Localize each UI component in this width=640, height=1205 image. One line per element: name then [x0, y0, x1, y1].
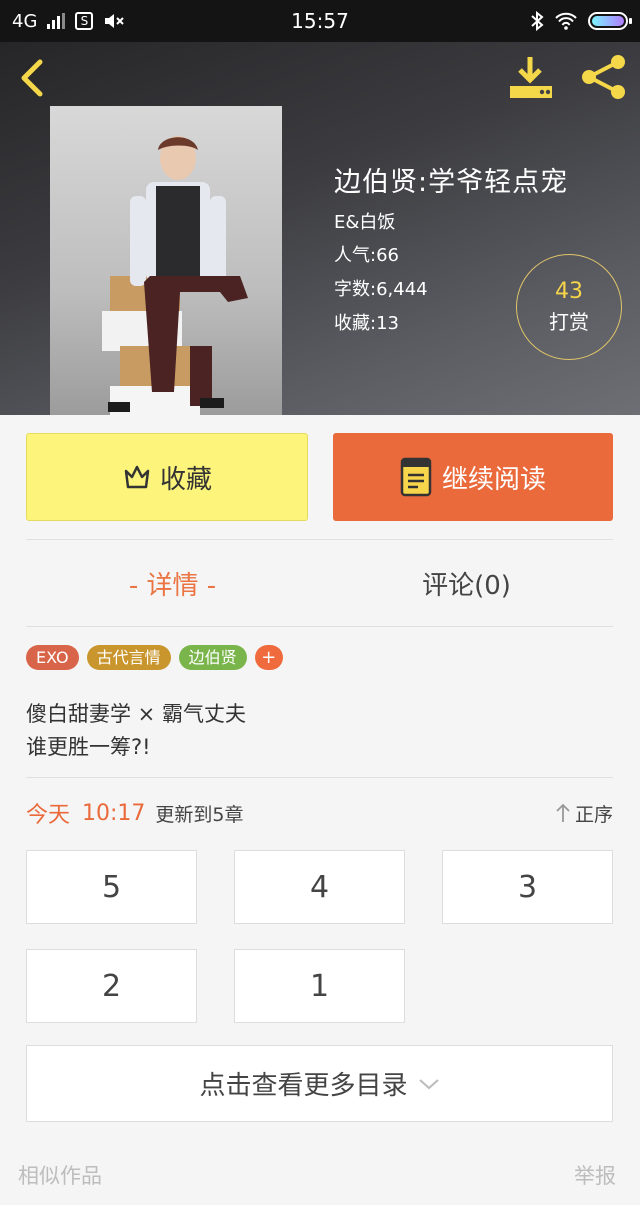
book-cover[interactable] [50, 106, 282, 415]
sort-label: 正序 [574, 803, 613, 826]
continue-reading-button[interactable]: 继续阅读 [333, 433, 613, 521]
wifi-icon [555, 12, 577, 30]
arrow-up-icon [556, 803, 570, 822]
tip-label: 打赏 [549, 310, 589, 334]
bluetooth-icon [531, 11, 544, 31]
tip-count: 43 [555, 279, 583, 304]
status-right [530, 11, 632, 31]
report-link[interactable]: 举报 [574, 1160, 616, 1190]
tag-list: EXO 古代言情 边伯贤 + [26, 645, 283, 670]
book-icon [400, 457, 432, 497]
tip-button[interactable]: 43 打赏 [516, 254, 622, 360]
add-tag-button[interactable]: + [254, 645, 283, 670]
more-label: 点击查看更多目录 [199, 1071, 408, 1101]
chapter-button[interactable]: 4 [234, 850, 405, 924]
tab-detail[interactable]: - 详情 - [26, 540, 319, 626]
view-more-catalog-button[interactable]: 点击查看更多目录 [26, 1045, 613, 1122]
read-label: 继续阅读 [441, 464, 546, 495]
summary-line: 谁更胜一筹?! [26, 735, 151, 759]
cover-image [102, 136, 248, 415]
summary-line: 傻白甜妻学 × 霸气丈夫 [26, 702, 246, 726]
book-title: 边伯贤:学爷轻点宠 [334, 167, 569, 198]
status-left: 4G S [12, 11, 125, 32]
collect-label: 收藏 [159, 464, 212, 495]
sort-toggle[interactable]: 正序 [555, 800, 613, 827]
status-bar: 4G S 15:57 [0, 0, 640, 42]
download-icon [510, 57, 552, 98]
tag-character[interactable]: 边伯贤 [178, 645, 247, 670]
chapter-button[interactable]: 1 [234, 949, 405, 1023]
download-button[interactable] [506, 54, 556, 100]
sim-icon: S [75, 12, 94, 30]
chapter-button[interactable]: 2 [26, 949, 197, 1023]
chapter-button[interactable]: 3 [442, 850, 613, 924]
network-label: 4G [12, 10, 38, 32]
chevron-left-icon [21, 59, 43, 97]
share-icon [582, 55, 625, 99]
status-time: 15:57 [291, 9, 349, 33]
divider [26, 777, 613, 778]
chapter-button[interactable]: 5 [26, 850, 197, 924]
book-summary: 傻白甜妻学 × 霸气丈夫 谁更胜一筹?! [26, 698, 246, 764]
divider [26, 626, 613, 627]
tab-comments[interactable]: 评论(0) [320, 540, 613, 626]
similar-works-label: 相似作品 [18, 1164, 102, 1188]
update-info: 今天 10:17 更新到5章 正序 [26, 795, 613, 831]
book-author[interactable]: E&白饭 [334, 213, 624, 233]
book-header: 边伯贤:学爷轻点宠 E&白饭 人气:66 字数:6,444 收藏:13 43 打… [0, 42, 640, 415]
mute-icon [105, 14, 125, 28]
back-button[interactable] [14, 56, 54, 100]
tag-exo[interactable]: EXO [26, 645, 79, 670]
tag-genre[interactable]: 古代言情 [86, 645, 171, 670]
update-time: 10:17 [82, 800, 146, 826]
update-text: 更新到5章 [155, 803, 244, 826]
battery-icon [588, 12, 632, 30]
crown-icon [124, 465, 150, 489]
share-button[interactable] [578, 52, 630, 102]
chevron-down-icon [418, 1078, 439, 1089]
collect-button[interactable]: 收藏 [26, 433, 308, 521]
update-day: 今天 [26, 803, 71, 828]
signal-icon [47, 13, 66, 29]
